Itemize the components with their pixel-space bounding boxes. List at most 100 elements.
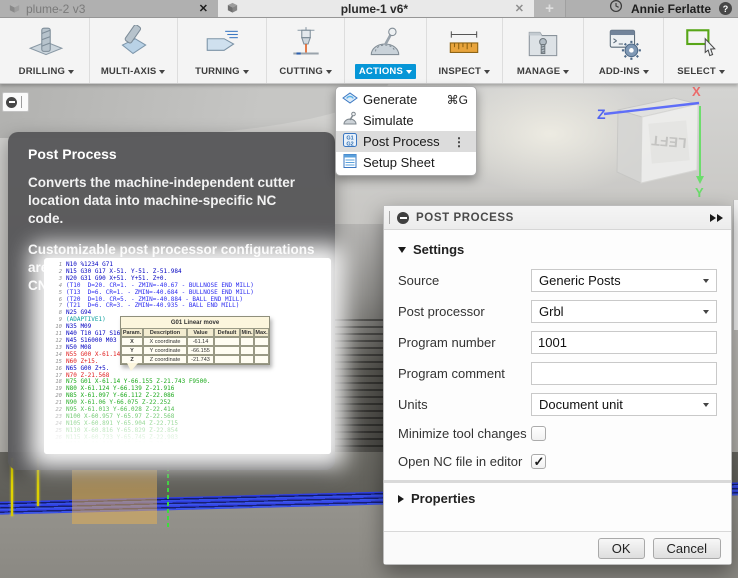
toolbar-group-label: SELECT [677,66,716,77]
collapse-icon [6,96,17,108]
browser-collapse-chip[interactable] [2,92,29,112]
panel-handle [21,96,22,108]
setup-sheet-icon [342,153,363,172]
dialog-footer: OK Cancel [384,531,731,564]
expand-panel-icon[interactable] [710,213,723,222]
ok-button[interactable]: OK [597,537,645,559]
tab-plume-2[interactable]: plume-2 v3 ✕ [0,0,218,17]
popup-table-row: ZZ coordinate -21.743 [121,355,269,364]
post-processor-row: Post processor Grbl [398,300,717,323]
help-icon[interactable]: ? [719,2,732,15]
source-label: Source [398,273,440,288]
minimize-tool-changes-checkbox[interactable] [531,425,546,441]
tab-title: plume-2 v3 [26,1,86,16]
menu-item-post-process[interactable]: G1 G2 Post Process ⋮ [336,131,476,152]
post-process-icon: G1 G2 [342,132,363,151]
popup-table-row: XX coordinate -61.14 [121,337,269,346]
open-nc-file-row: Open NC file in editor [398,452,717,470]
popup-table-header-cell: Max. [254,328,269,337]
post-processor-select[interactable]: Grbl [531,300,717,323]
simulate-icon [342,111,363,130]
post-processor-value: Grbl [539,304,564,319]
source-select[interactable]: Generic Posts [531,269,717,292]
model-top-surface [0,84,390,138]
units-label: Units [398,397,428,412]
chevron-down-icon [325,69,332,74]
popup-table-row: YY coordinate -66.155 [121,346,269,355]
program-number-row: Program number [398,331,717,354]
select-cursor-icon [682,25,720,64]
tab-plume-1[interactable]: plume-1 v6* ✕ [218,0,534,17]
cancel-button[interactable]: Cancel [652,537,721,559]
toolbar-group-label: TURNING [195,66,240,77]
toolbar-group-add-ins[interactable]: ADD-INS [584,18,665,83]
collapse-icon[interactable] [397,211,409,224]
program-comment-label: Program comment [398,366,505,381]
chevron-down-icon [406,69,413,74]
add-ins-icon [605,25,643,64]
toolbar-group-cutting[interactable]: CUTTING [267,18,346,83]
toolbar-group-drilling[interactable]: DRILLING [4,18,90,83]
toolbar-group-label: ADD-INS [598,66,640,77]
source-value: Generic Posts [539,273,621,288]
menu-item-simulate[interactable]: Simulate [336,110,476,131]
units-row: Units Document unit [398,393,717,416]
more-options-icon[interactable]: ⋮ [450,135,468,149]
actions-joystick-icon [366,25,404,64]
close-tab-icon[interactable]: ✕ [189,2,218,15]
menu-item-label: Generate [363,92,418,107]
minimize-tool-changes-row: Minimize tool changes [398,424,717,442]
toolbar-group-actions[interactable]: ACTIONS [345,18,427,83]
program-number-input[interactable] [531,331,717,354]
nc-code-line: 27 N120 X-60.642 Y-65.654 Z-23.1 [55,440,171,448]
axis-z-label: Z [597,106,606,122]
turning-icon [203,25,241,64]
menu-item-generate[interactable]: Generate ⌘G [336,89,476,110]
user-name[interactable]: Annie Ferlatte [631,2,711,16]
menu-item-setup-sheet[interactable]: Setup Sheet [336,152,476,173]
menu-item-label: Setup Sheet [363,155,435,170]
dialog-header[interactable]: POST PROCESS [384,206,731,230]
selection-highlight-box [72,466,157,524]
section-divider [384,480,731,483]
triangle-down-icon [398,246,406,253]
titlebar: plume-2 v3 ✕ plume-1 v6* ✕ + Annie Ferla… [0,0,738,18]
inspect-ruler-icon [445,25,483,64]
new-tab-button[interactable]: + [534,0,566,17]
toolbar-group-select[interactable]: SELECT [664,18,738,83]
properties-section-toggle[interactable]: Properties [398,491,717,506]
view-cube[interactable]: LEFT Z X Y [596,84,716,209]
program-comment-input[interactable] [531,362,717,385]
chevron-down-icon [703,402,709,407]
toolbar-group-turning[interactable]: TURNING [178,18,268,83]
triangle-right-icon [398,494,404,503]
units-select[interactable]: Document unit [531,393,717,416]
axis-y-arrow [696,176,704,184]
tooltip-paragraph: Converts the machine-independent cutter … [28,175,296,226]
axis-y-label: Y [695,185,704,200]
post-process-dialog: POST PROCESS Settings Source Generic Pos… [383,205,732,565]
gcode-popup-table: G01 Linear move Param. Description Value… [120,316,270,371]
minimize-tool-changes-label: Minimize tool changes [398,425,527,441]
nc-code-line: 7 (T21 D=6. CR=3. - ZMIN=-40.935 - BALL E… [58,302,240,310]
toolbar-group-manage[interactable]: MANAGE [503,18,585,83]
properties-section-label: Properties [411,491,476,506]
svg-text:G2: G2 [346,141,353,147]
chevron-down-icon [484,69,491,74]
toolbar-group-inspect[interactable]: INSPECT [427,18,503,83]
toolbar-group-label: INSPECT [438,66,482,77]
open-nc-file-label: Open NC file in editor [398,453,523,469]
open-nc-file-checkbox[interactable] [531,453,546,470]
collapsed-panel-strip[interactable] [733,200,738,330]
popup-table-header-cell: Default [214,328,240,337]
close-tab-icon[interactable]: ✕ [505,2,534,15]
drag-handle[interactable] [389,211,390,224]
job-status-icon[interactable] [609,0,623,18]
chevron-down-icon [703,278,709,283]
toolbar-group-label: DRILLING [18,66,66,77]
toolbar-group-multi-axis[interactable]: MULTI-AXIS [90,18,178,83]
chevron-down-icon [159,69,166,74]
settings-section-toggle[interactable]: Settings [398,242,717,257]
toolpath-green-dashed-line [167,460,169,530]
popup-table-body: XX coordinate -61.14 YY coordinate -66.155… [121,337,269,364]
